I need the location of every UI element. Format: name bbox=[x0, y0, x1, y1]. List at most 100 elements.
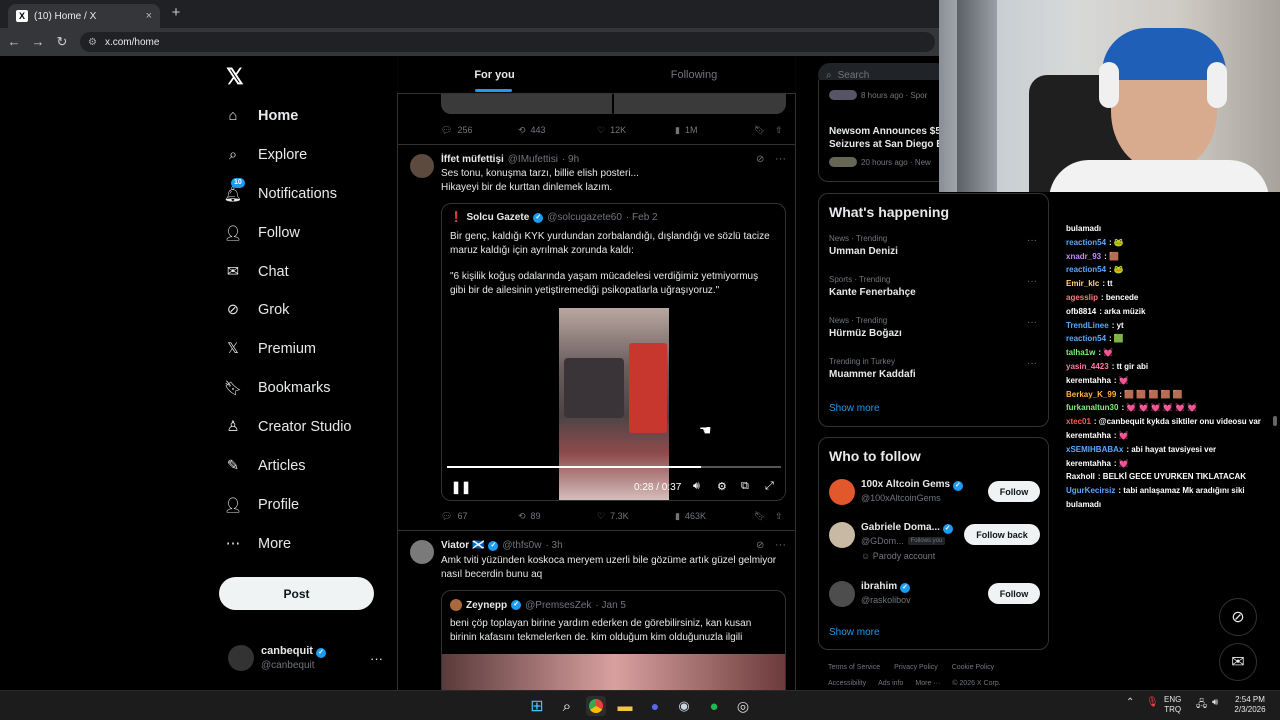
nav-item-profile[interactable]: 👤︎ Profile bbox=[222, 488, 299, 522]
share-icon[interactable]: ⇧ bbox=[775, 511, 783, 522]
messages-fab-icon[interactable]: ✉ bbox=[1219, 643, 1257, 681]
grok-icon[interactable]: ⊘ bbox=[756, 540, 764, 551]
chat-username[interactable]: reaction54 bbox=[1066, 238, 1106, 247]
trend-name[interactable]: Muammer Kaddafi bbox=[829, 369, 916, 380]
like-button[interactable]: ♡ 7.3K bbox=[597, 511, 629, 522]
steam-icon[interactable]: ◉ bbox=[674, 696, 694, 716]
discord-icon[interactable]: ● bbox=[645, 696, 665, 716]
video-progress-track[interactable] bbox=[447, 466, 781, 468]
chat-username[interactable]: xSEMIHBABAx bbox=[1066, 445, 1123, 454]
video-player[interactable]: ☚ ❚❚ 0:28 / 0:37 🔊︎ ⚙ ⧉ ⤢ bbox=[442, 308, 785, 500]
footer-link[interactable]: Accessibility bbox=[828, 680, 866, 687]
post-button[interactable]: Post bbox=[219, 577, 374, 610]
views-button[interactable]: ▮ 1M bbox=[675, 125, 697, 136]
previous-tweet-media[interactable] bbox=[441, 92, 786, 114]
more-dots-icon[interactable]: ··· bbox=[775, 153, 786, 165]
nav-item-premium[interactable]: 𝕏 Premium bbox=[222, 332, 316, 366]
chat-username[interactable]: keremtahha bbox=[1066, 431, 1111, 440]
show-more-link[interactable]: Show more bbox=[829, 403, 880, 414]
tray-chevron-icon[interactable]: ⌃ bbox=[1126, 697, 1134, 708]
file-explorer-icon[interactable]: ▬ bbox=[615, 696, 635, 716]
nav-item-more[interactable]: ⋯ More bbox=[222, 527, 291, 561]
chat-username[interactable]: agesslip bbox=[1066, 293, 1098, 302]
tweet-time[interactable]: · 9h bbox=[562, 154, 579, 165]
views-button[interactable]: ▮ 463K bbox=[675, 511, 706, 522]
trend-more-dots-icon[interactable]: ··· bbox=[1027, 276, 1037, 287]
tab-close-icon[interactable]: × bbox=[146, 10, 152, 22]
network-icon[interactable]: 🖧︎ bbox=[1196, 697, 1207, 714]
tweet-author[interactable]: İffet müfettişi bbox=[441, 154, 504, 165]
follow-button[interactable]: Follow bbox=[988, 481, 1040, 502]
nav-item-creator-studio[interactable]: ♙ Creator Studio bbox=[222, 410, 352, 444]
follow-name[interactable]: 100x Altcoin Gems bbox=[861, 479, 950, 490]
settings-gear-icon[interactable]: ⚙ bbox=[717, 480, 727, 493]
chat-scrollbar[interactable] bbox=[1273, 416, 1277, 426]
avatar[interactable] bbox=[410, 540, 434, 564]
fullscreen-icon[interactable]: ⤢ bbox=[765, 480, 774, 493]
clock[interactable]: 2:54 PM 2/3/2026 bbox=[1228, 695, 1272, 715]
tab-following[interactable]: Following bbox=[594, 56, 794, 94]
language-indicator[interactable]: ENG TRQ bbox=[1164, 695, 1181, 715]
trend-name[interactable]: Kante Fenerbahçe bbox=[829, 287, 916, 298]
trend-name[interactable]: Hürmüz Boğazı bbox=[829, 328, 902, 339]
reply-button[interactable]: 💬︎ 256 bbox=[441, 125, 472, 136]
tweet-handle[interactable]: @thfs0w bbox=[502, 540, 541, 551]
microphone-icon[interactable]: 🎙︎ bbox=[1146, 697, 1159, 708]
grok-fab-icon[interactable]: ⊘ bbox=[1219, 598, 1257, 636]
quoted-tweet[interactable]: Zeynepp ✓ @PremsesZek · Jan 5 beni çöp t… bbox=[441, 590, 786, 690]
chat-username[interactable]: Raxholl bbox=[1066, 472, 1095, 481]
follow-name[interactable]: ibrahim bbox=[861, 581, 897, 592]
nav-item-follow[interactable]: 👤︎ Follow bbox=[222, 216, 300, 250]
footer-link[interactable]: Privacy Policy bbox=[894, 664, 938, 671]
chat-username[interactable]: xnadr_93 bbox=[1066, 252, 1101, 261]
chat-username[interactable]: bulamadı bbox=[1066, 224, 1101, 233]
windows-start-icon[interactable]: ⊞ bbox=[527, 696, 547, 716]
chat-username[interactable]: Berkay_K_99 bbox=[1066, 390, 1116, 399]
chat-username[interactable]: reaction54 bbox=[1066, 334, 1106, 343]
follow-name[interactable]: Gabriele Doma... bbox=[861, 522, 940, 533]
chat-username[interactable]: keremtahha bbox=[1066, 376, 1111, 385]
repost-button[interactable]: ⟲ 89 bbox=[518, 511, 541, 522]
more-dots-icon[interactable]: ··· bbox=[775, 539, 786, 551]
like-button[interactable]: ♡ 12K bbox=[597, 125, 626, 136]
chat-username[interactable]: reaction54 bbox=[1066, 265, 1106, 274]
chat-username[interactable]: talha1w bbox=[1066, 348, 1095, 357]
browser-tab[interactable]: X (10) Home / X × bbox=[8, 4, 160, 28]
chat-username[interactable]: furkanaltun30 bbox=[1066, 403, 1118, 412]
show-more-link[interactable]: Show more bbox=[829, 627, 880, 638]
share-icon[interactable]: ⇧ bbox=[775, 125, 783, 136]
forward-icon[interactable]: → bbox=[30, 34, 46, 50]
spotify-icon[interactable]: ● bbox=[704, 696, 724, 716]
tweet-author[interactable]: Viator 🏴󠁧󠁢󠁳󠁣󠁴󠁿 bbox=[441, 540, 484, 551]
nav-item-home[interactable]: ⌂ Home bbox=[222, 99, 299, 133]
volume-icon[interactable]: 🔊︎ bbox=[693, 480, 700, 493]
trend-more-dots-icon[interactable]: ··· bbox=[1027, 235, 1037, 246]
new-tab-button[interactable]: + bbox=[168, 5, 184, 21]
url-field[interactable]: ⚙ x.com/home bbox=[80, 32, 935, 52]
back-icon[interactable]: ← bbox=[6, 34, 22, 50]
more-dots-icon[interactable]: ··· bbox=[370, 651, 383, 666]
quoted-tweet[interactable]: ❗ Solcu Gazete ✓ @solcugazete60 · Feb 2 … bbox=[441, 203, 786, 501]
bookmark-icon[interactable]: 🔖︎ bbox=[754, 125, 765, 136]
picture-in-picture-icon[interactable]: ⧉ bbox=[741, 480, 749, 493]
quote-media[interactable] bbox=[442, 654, 785, 690]
tweet-handle[interactable]: @IMufettisi bbox=[508, 154, 558, 165]
site-info-icon[interactable]: ⚙ bbox=[88, 37, 97, 48]
follow-button[interactable]: Follow bbox=[988, 583, 1040, 604]
nav-item-chat[interactable]: ✉ Chat bbox=[222, 255, 289, 289]
chat-username[interactable]: UgurKecirsiz bbox=[1066, 486, 1115, 495]
taskbar-search-icon[interactable]: ⌕ bbox=[557, 696, 577, 716]
chat-username[interactable]: bulamadı bbox=[1066, 500, 1101, 509]
pause-icon[interactable]: ❚❚ bbox=[451, 480, 471, 494]
footer-link[interactable]: Terms of Service bbox=[828, 664, 880, 671]
bookmark-icon[interactable]: 🔖︎ bbox=[754, 511, 765, 522]
nav-item-notifications[interactable]: 🔔︎ 10 Notifications bbox=[222, 177, 337, 211]
grok-icon[interactable]: ⊘ bbox=[756, 154, 764, 165]
account-switcher[interactable]: canbequit ✓ @canbequit ··· bbox=[228, 643, 383, 675]
chrome-icon[interactable] bbox=[586, 696, 606, 716]
follow-back-button[interactable]: Follow back bbox=[964, 524, 1040, 545]
chat-username[interactable]: ofb8814 bbox=[1066, 307, 1096, 316]
x-logo-icon[interactable]: 𝕏 bbox=[226, 66, 248, 88]
footer-link[interactable]: Cookie Policy bbox=[952, 664, 994, 671]
tweet-time[interactable]: · 3h bbox=[545, 540, 562, 551]
